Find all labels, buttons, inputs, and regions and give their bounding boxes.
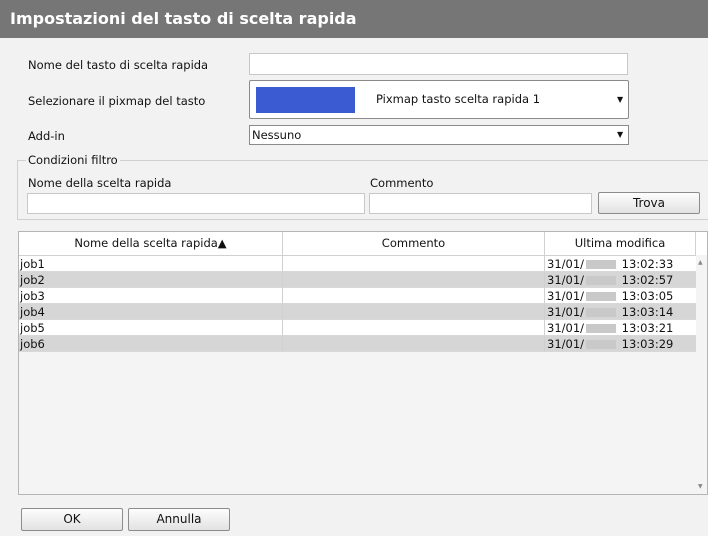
table-row[interactable]: job1 31/01/ 13:02:33 bbox=[19, 256, 696, 272]
cell-comment bbox=[283, 272, 545, 287]
cell-comment bbox=[283, 320, 545, 335]
cell-name: job5 bbox=[19, 320, 283, 335]
addin-select[interactable]: Nessuno ▼ bbox=[249, 125, 629, 145]
modified-time: 13:03:14 bbox=[621, 305, 674, 319]
modified-time: 13:02:57 bbox=[621, 273, 674, 287]
modified-date: 31/01/ bbox=[547, 289, 585, 303]
column-header-name[interactable]: Nome della scelta rapida▲ bbox=[19, 232, 283, 255]
cell-comment bbox=[283, 336, 545, 351]
modified-date: 31/01/ bbox=[547, 337, 585, 351]
modified-date: 31/01/ bbox=[547, 257, 585, 271]
modified-date: 31/01/ bbox=[547, 273, 585, 287]
table-header: Nome della scelta rapida▲ Commento Ultim… bbox=[19, 232, 707, 256]
column-header-comment[interactable]: Commento bbox=[283, 232, 545, 255]
column-header-modified[interactable]: Ultima modifica bbox=[545, 232, 696, 255]
shortcut-table: Nome della scelta rapida▲ Commento Ultim… bbox=[18, 231, 708, 495]
filter-name-input[interactable] bbox=[27, 193, 365, 214]
pixmap-preview bbox=[256, 87, 355, 113]
cell-modified: 31/01/ 13:03:21 bbox=[545, 320, 696, 335]
pixmap-label: Selezionare il pixmap del tasto bbox=[28, 94, 206, 108]
redacted-year bbox=[586, 308, 617, 317]
cell-modified: 31/01/ 13:02:33 bbox=[545, 256, 696, 271]
modified-time: 13:02:33 bbox=[621, 257, 674, 271]
cell-name: job6 bbox=[19, 336, 283, 351]
redacted-year bbox=[586, 324, 617, 333]
table-scrollbar[interactable]: ▲ ▼ bbox=[696, 255, 707, 494]
table-row[interactable]: job2 31/01/ 13:02:57 bbox=[19, 272, 696, 288]
modified-date: 31/01/ bbox=[547, 305, 585, 319]
filter-comment-input[interactable] bbox=[369, 193, 592, 214]
cell-comment bbox=[283, 288, 545, 303]
pixmap-select[interactable]: Pixmap tasto scelta rapida 1 ▼ bbox=[249, 80, 629, 119]
cell-comment bbox=[283, 304, 545, 319]
window-title: Impostazioni del tasto di scelta rapida bbox=[0, 0, 708, 38]
table-row[interactable]: job5 31/01/ 13:03:21 bbox=[19, 320, 696, 336]
shortcut-name-label: Nome del tasto di scelta rapida bbox=[28, 58, 209, 72]
redacted-year bbox=[586, 292, 617, 301]
modified-time: 13:03:29 bbox=[621, 337, 674, 351]
cell-comment bbox=[283, 256, 545, 271]
cell-modified: 31/01/ 13:03:05 bbox=[545, 288, 696, 303]
cell-modified: 31/01/ 13:03:29 bbox=[545, 336, 696, 351]
filter-group-legend: Condizioni filtro bbox=[26, 153, 120, 167]
scroll-up-icon[interactable]: ▲ bbox=[698, 259, 703, 266]
chevron-down-icon: ▼ bbox=[617, 130, 624, 139]
modified-time: 13:03:21 bbox=[621, 321, 674, 335]
modified-time: 13:03:05 bbox=[621, 289, 674, 303]
ok-button[interactable]: OK bbox=[21, 508, 123, 531]
table-row[interactable]: job4 31/01/ 13:03:14 bbox=[19, 304, 696, 320]
cell-name: job3 bbox=[19, 288, 283, 303]
modified-date: 31/01/ bbox=[547, 321, 585, 335]
shortcut-name-input[interactable] bbox=[249, 53, 628, 75]
cell-name: job4 bbox=[19, 304, 283, 319]
table-row[interactable]: job6 31/01/ 13:03:29 bbox=[19, 336, 696, 352]
chevron-down-icon: ▼ bbox=[617, 95, 624, 104]
cell-modified: 31/01/ 13:03:14 bbox=[545, 304, 696, 319]
search-button[interactable]: Trova bbox=[598, 192, 700, 214]
filter-name-label: Nome della scelta rapida bbox=[28, 176, 172, 190]
cell-name: job1 bbox=[19, 256, 283, 271]
redacted-year bbox=[586, 340, 617, 349]
addin-label: Add-in bbox=[28, 129, 65, 143]
filter-comment-label: Commento bbox=[370, 176, 434, 190]
addin-select-value: Nessuno bbox=[252, 128, 302, 142]
redacted-year bbox=[586, 276, 617, 285]
table-row[interactable]: job3 31/01/ 13:03:05 bbox=[19, 288, 696, 304]
cell-name: job2 bbox=[19, 272, 283, 287]
pixmap-select-value: Pixmap tasto scelta rapida 1 bbox=[376, 92, 541, 106]
cell-modified: 31/01/ 13:02:57 bbox=[545, 272, 696, 287]
cancel-button[interactable]: Annulla bbox=[128, 508, 230, 531]
redacted-year bbox=[586, 260, 617, 269]
scroll-down-icon[interactable]: ▼ bbox=[698, 483, 703, 490]
